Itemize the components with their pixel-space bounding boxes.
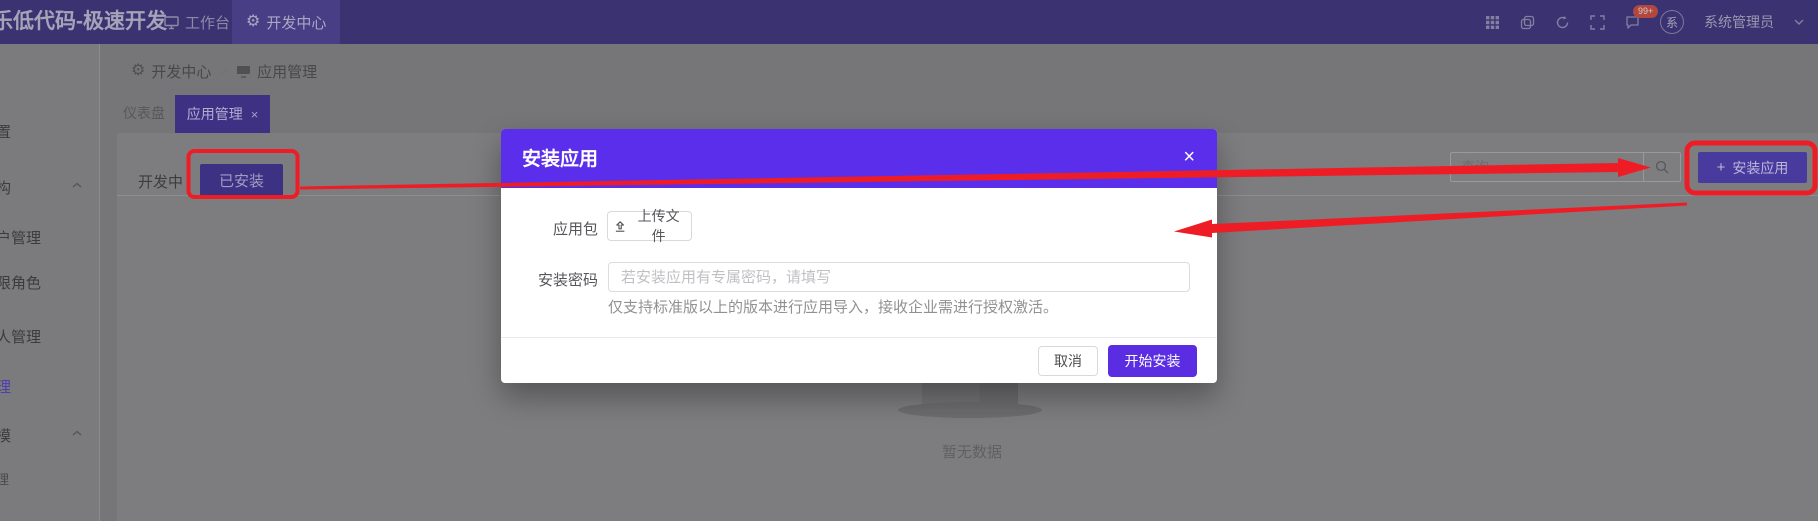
app-title: 乐低代码-极速开发 xyxy=(0,10,167,33)
avatar-text: 系 xyxy=(1665,15,1678,30)
fullscreen-icon[interactable] xyxy=(1590,14,1605,30)
apps-grid-icon[interactable] xyxy=(1485,15,1500,30)
package-label: 应用包 xyxy=(552,221,598,238)
top-nav: 乐低代码-极速开发 工作台 ⚙ 开发中心 99+ 系 系统管理员 xyxy=(0,0,1818,44)
upload-file-label: 上传文件 xyxy=(637,208,680,244)
chevron-down-icon[interactable] xyxy=(1794,19,1804,26)
breadcrumb-separator: > xyxy=(219,62,229,80)
search-input[interactable] xyxy=(1450,152,1643,182)
notification-badge: 99+ xyxy=(1633,4,1659,18)
empty-state-shadow xyxy=(898,402,1042,418)
chevron-up-icon[interactable] xyxy=(72,430,82,436)
nav-item-devcenter[interactable]: ⚙ 开发中心 xyxy=(232,0,341,44)
nav-right-group: 99+ 系 系统管理员 xyxy=(1485,0,1818,44)
tab-dashboard[interactable]: 仪表盘 xyxy=(123,103,165,123)
refresh-icon[interactable] xyxy=(1555,15,1570,30)
avatar[interactable]: 系 xyxy=(1660,10,1684,34)
monitor-icon xyxy=(237,65,251,78)
app-canvas: 乐低代码-极速开发 工作台 ⚙ 开发中心 99+ 系 系统管理员 置 构 户管理… xyxy=(0,0,1818,521)
cancel-button[interactable]: 取消 xyxy=(1038,346,1098,376)
breadcrumb: ⚙ 开发中心 > 应用管理 xyxy=(131,58,317,84)
sidebar: 置 构 户管理 限角色 人管理 理 模 理 xyxy=(0,44,100,521)
modal-header: 安装应用 × xyxy=(501,129,1217,188)
sidebar-item-2[interactable]: 构 xyxy=(0,177,11,198)
link-icon[interactable] xyxy=(1520,15,1535,30)
empty-state-text: 暂无数据 xyxy=(942,444,1003,461)
gear-icon: ⚙ xyxy=(131,62,146,79)
breadcrumb-app-manage[interactable]: 应用管理 xyxy=(236,61,317,82)
nav-item-label: 工作台 xyxy=(185,14,231,32)
upload-icon xyxy=(615,220,625,232)
install-app-label: 安装应用 xyxy=(1732,159,1789,176)
sidebar-item-8[interactable]: 理 xyxy=(0,469,9,488)
tab-label: 应用管理 xyxy=(186,106,243,122)
filter-installed[interactable]: 已安装 xyxy=(200,164,283,196)
modal-title: 安装应用 xyxy=(522,149,599,170)
nav-item-workbench[interactable]: 工作台 xyxy=(150,0,244,44)
password-label: 安装密码 xyxy=(537,272,598,289)
helper-text: 仅支持标准版以上的版本进行应用导入，接收企业需进行授权激活。 xyxy=(608,299,1059,316)
sidebar-item-3[interactable]: 户管理 xyxy=(0,227,41,248)
gear-icon: ⚙ xyxy=(246,13,261,30)
breadcrumb-label: 应用管理 xyxy=(257,63,318,81)
install-password-input[interactable] xyxy=(608,262,1190,292)
search-button[interactable] xyxy=(1643,152,1681,182)
user-name[interactable]: 系统管理员 xyxy=(1704,12,1774,32)
breadcrumb-devcenter[interactable]: ⚙ 开发中心 xyxy=(131,61,211,82)
sidebar-item-app-manage[interactable]: 理 xyxy=(0,376,11,397)
nav-item-label: 开发中心 xyxy=(266,14,327,32)
sidebar-item-4[interactable]: 限角色 xyxy=(0,272,41,293)
search-icon xyxy=(1655,160,1669,174)
close-icon[interactable]: × xyxy=(1183,143,1195,171)
sidebar-item-7[interactable]: 模 xyxy=(0,425,11,446)
tab-app-manage[interactable]: 应用管理 × xyxy=(175,95,270,133)
chevron-up-icon[interactable] xyxy=(72,182,82,188)
breadcrumb-label: 开发中心 xyxy=(151,63,212,81)
modal-footer: 取消 开始安装 xyxy=(501,337,1217,383)
start-install-button[interactable]: 开始安装 xyxy=(1108,345,1197,377)
install-app-modal: 安装应用 × 应用包 上传文件 安装密码 仅支持标准版以上的版本进行应用导入，接… xyxy=(501,129,1217,383)
upload-file-button[interactable]: 上传文件 xyxy=(607,208,692,244)
install-app-button[interactable]: + 安装应用 xyxy=(1698,152,1807,183)
plus-icon: + xyxy=(1716,159,1726,176)
tab-close-icon[interactable]: × xyxy=(251,107,259,122)
monitor-icon xyxy=(164,15,179,29)
filter-developing[interactable]: 开发中 xyxy=(138,171,183,192)
notifications-group[interactable]: 99+ xyxy=(1625,4,1659,30)
sidebar-item-1[interactable]: 置 xyxy=(0,121,11,142)
sidebar-item-5[interactable]: 人管理 xyxy=(0,326,41,347)
